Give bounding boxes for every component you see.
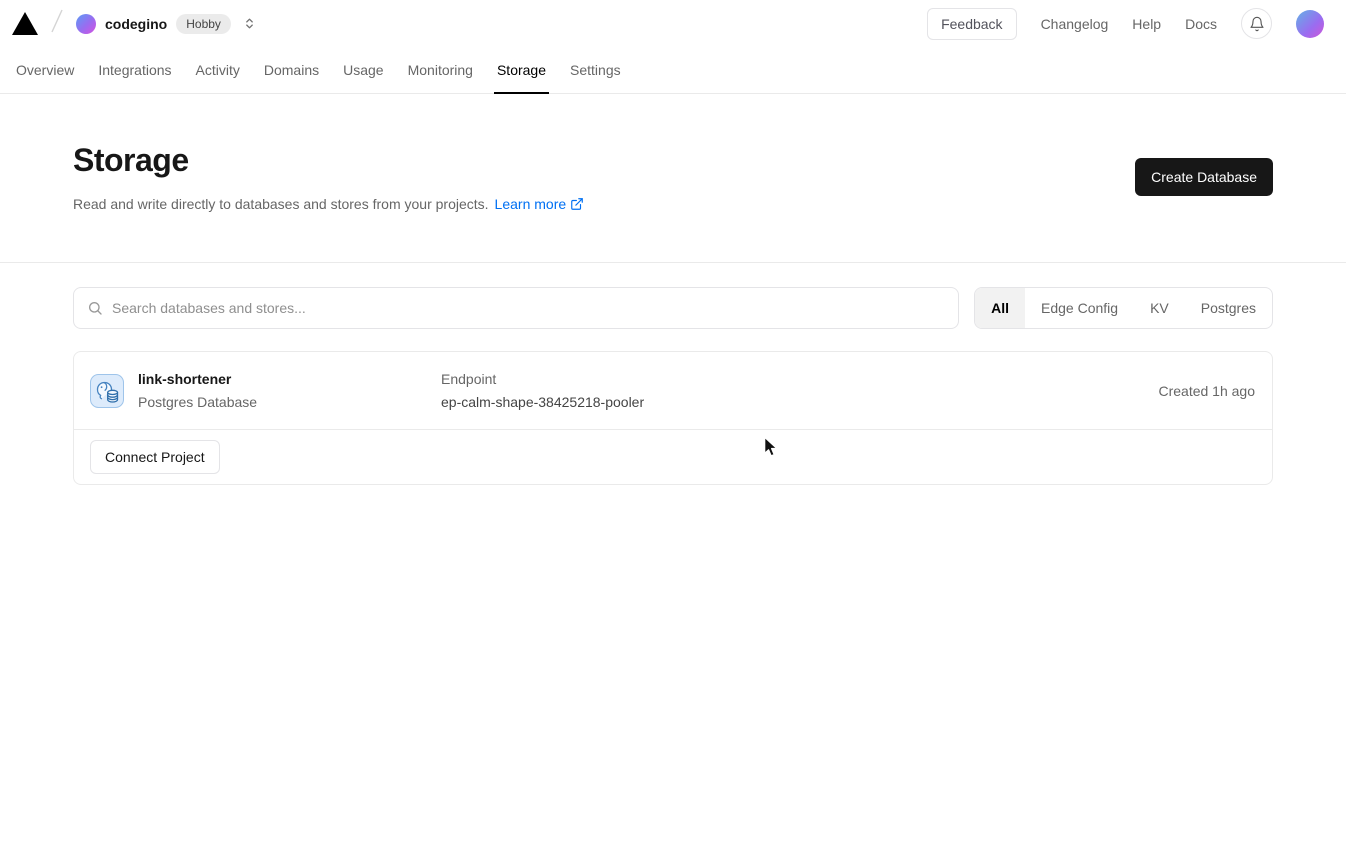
database-card: link-shortener Postgres Database Endpoin… <box>73 351 1273 485</box>
user-avatar[interactable] <box>1296 10 1324 38</box>
endpoint-label: Endpoint <box>441 369 1158 389</box>
header-actions: Feedback Changelog Help Docs <box>927 8 1324 40</box>
database-identity: link-shortener Postgres Database <box>138 369 441 412</box>
search-icon <box>87 300 103 316</box>
page-header-text: Storage Read and write directly to datab… <box>73 142 584 212</box>
bell-icon <box>1249 16 1265 32</box>
tab-monitoring[interactable]: Monitoring <box>396 47 485 93</box>
project-nav-tabs: Overview Integrations Activity Domains U… <box>0 47 1346 94</box>
plan-badge: Hobby <box>176 14 231 34</box>
endpoint-value: ep-calm-shape-38425218-pooler <box>441 392 1158 412</box>
slash-divider-icon <box>50 7 64 40</box>
database-type: Postgres Database <box>138 392 441 412</box>
database-card-footer: Connect Project <box>74 429 1272 484</box>
app-viewport: codegino Hobby Feedback Changelog Help D… <box>0 0 1346 844</box>
learn-more-link[interactable]: Learn more <box>495 196 585 212</box>
team-avatar <box>76 14 96 34</box>
breadcrumb: codegino Hobby <box>12 7 256 40</box>
external-link-icon <box>570 197 584 211</box>
filter-all[interactable]: All <box>975 288 1025 328</box>
help-link[interactable]: Help <box>1132 16 1161 32</box>
tab-usage[interactable]: Usage <box>331 47 395 93</box>
top-header: codegino Hobby Feedback Changelog Help D… <box>0 0 1346 47</box>
filter-kv[interactable]: KV <box>1134 288 1185 328</box>
postgres-database-icon <box>90 374 124 408</box>
changelog-link[interactable]: Changelog <box>1041 16 1109 32</box>
page-subtitle-text: Read and write directly to databases and… <box>73 196 489 212</box>
tab-domains[interactable]: Domains <box>252 47 331 93</box>
filter-edge-config[interactable]: Edge Config <box>1025 288 1134 328</box>
learn-more-label: Learn more <box>495 196 567 212</box>
created-timestamp: Created 1h ago <box>1158 383 1256 399</box>
feedback-button[interactable]: Feedback <box>927 8 1016 40</box>
storage-toolbar: All Edge Config KV Postgres <box>73 287 1273 329</box>
notifications-button[interactable] <box>1241 8 1272 39</box>
database-endpoint: Endpoint ep-calm-shape-38425218-pooler <box>441 369 1158 412</box>
tab-integrations[interactable]: Integrations <box>86 47 183 93</box>
page-header-section: Storage Read and write directly to datab… <box>0 94 1346 262</box>
create-database-button[interactable]: Create Database <box>1135 158 1273 196</box>
search-input[interactable] <box>112 300 945 316</box>
database-name: link-shortener <box>138 369 441 389</box>
search-box[interactable] <box>73 287 959 329</box>
storage-content: All Edge Config KV Postgres <box>73 263 1273 509</box>
team-name: codegino <box>105 16 167 32</box>
team-selector[interactable]: codegino Hobby <box>76 14 231 34</box>
page-subtitle: Read and write directly to databases and… <box>73 196 584 212</box>
tab-activity[interactable]: Activity <box>184 47 252 93</box>
docs-link[interactable]: Docs <box>1185 16 1217 32</box>
database-row[interactable]: link-shortener Postgres Database Endpoin… <box>74 352 1272 429</box>
type-filter-tabs: All Edge Config KV Postgres <box>974 287 1273 329</box>
tab-storage[interactable]: Storage <box>485 47 558 93</box>
vercel-logo-icon[interactable] <box>12 12 38 35</box>
page-title: Storage <box>73 142 584 179</box>
tab-overview[interactable]: Overview <box>4 47 86 93</box>
tab-settings[interactable]: Settings <box>558 47 633 93</box>
connect-project-button[interactable]: Connect Project <box>90 440 220 474</box>
filter-postgres[interactable]: Postgres <box>1185 288 1272 328</box>
chevron-updown-icon[interactable] <box>243 17 256 30</box>
